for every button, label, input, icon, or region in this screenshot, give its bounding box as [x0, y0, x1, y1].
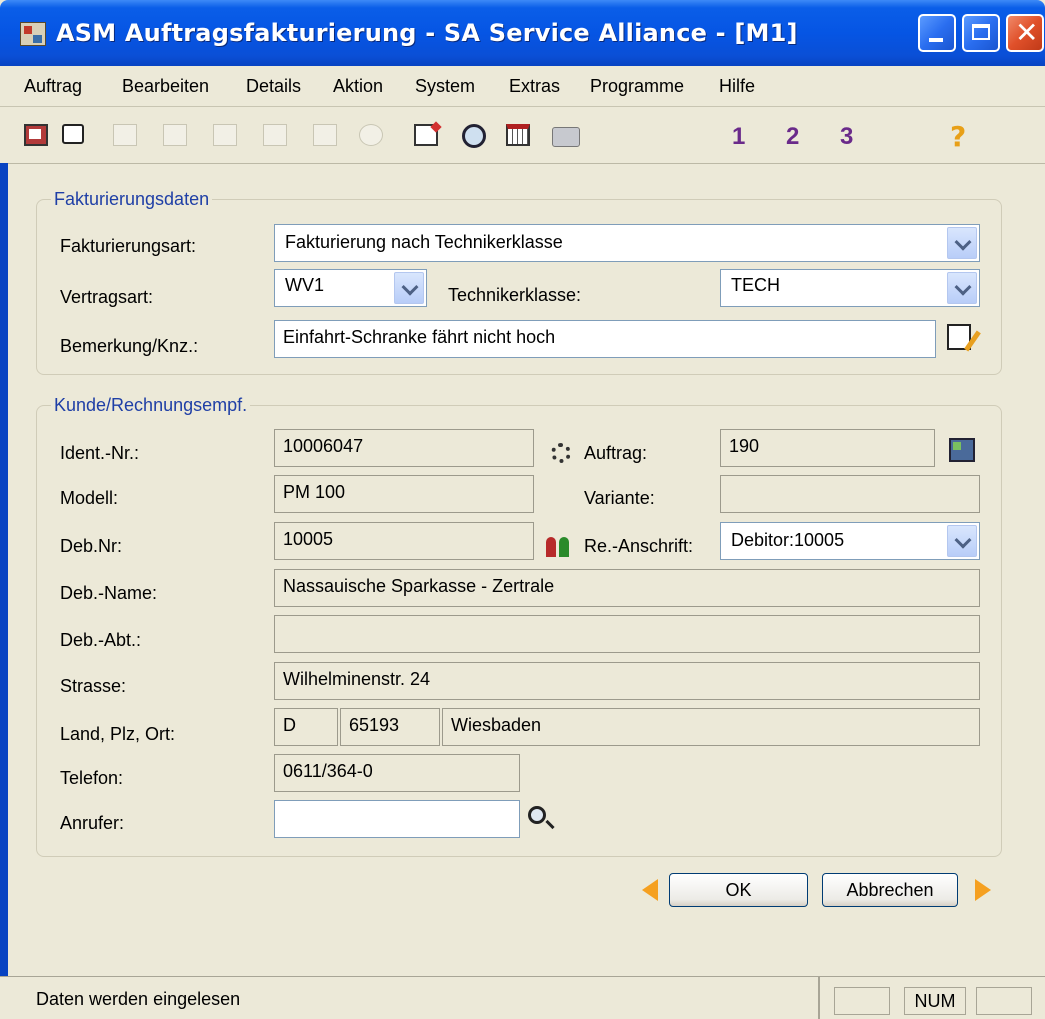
menu-aktion[interactable]: Aktion: [333, 76, 383, 97]
navigate-1-icon[interactable]: 1: [732, 123, 745, 151]
menu-system[interactable]: System: [415, 76, 475, 97]
fakturierungsart-select[interactable]: Fakturierung nach Technikerklasse: [274, 224, 980, 262]
vertragsart-select[interactable]: WV1: [274, 269, 427, 307]
search-icon[interactable]: [462, 124, 486, 148]
previous-arrow-icon[interactable]: [642, 879, 658, 901]
anrufer-label: Anrufer:: [60, 813, 125, 833]
auftrag-field: 190: [720, 429, 935, 467]
fakturierungsart-value: Fakturierung nach Technikerklasse: [285, 232, 563, 252]
anrufer-input[interactable]: [274, 800, 520, 838]
title-bar: ASM Auftragsfakturierung - SA Service Al…: [0, 0, 1045, 66]
window-border: [0, 163, 8, 976]
technikerklasse-value: TECH: [731, 275, 780, 295]
debabt-label: Deb.-Abt.:: [60, 630, 142, 650]
search-icon[interactable]: [528, 806, 546, 824]
menu-extras[interactable]: Extras: [509, 76, 560, 97]
disabled-delete-icon: [263, 124, 287, 146]
strasse-field: Wilhelminenstr. 24: [274, 662, 980, 700]
status-panel-scroll: [976, 987, 1032, 1015]
debnr-label: Deb.Nr:: [60, 536, 123, 556]
reanschrift-value: Debitor:10005: [731, 530, 845, 550]
app-icon: [20, 22, 46, 46]
disabled-copy-icon: [113, 124, 137, 146]
vertragsart-label: Vertragsart:: [60, 287, 154, 307]
phone-icon[interactable]: [949, 438, 975, 462]
strasse-label: Strasse:: [60, 676, 127, 696]
cancel-button[interactable]: Abbrechen: [822, 873, 958, 907]
telefon-label: Telefon:: [60, 768, 124, 788]
bemerkung-label: Bemerkung/Knz.:: [60, 336, 199, 356]
modell-label: Modell:: [60, 488, 119, 508]
kunde-group-title: Kunde/Rechnungsempf.: [51, 395, 251, 416]
variante-field: [720, 475, 980, 513]
disabled-export-icon: [313, 124, 337, 146]
minimize-button[interactable]: [918, 14, 956, 52]
reanschrift-select[interactable]: Debitor:10005: [720, 522, 980, 560]
close-button[interactable]: ✕: [1006, 14, 1044, 52]
gear-icon[interactable]: [551, 443, 571, 463]
status-separator: [818, 977, 820, 1019]
status-text: Daten werden eingelesen: [36, 989, 241, 1009]
ident-field: 10006047: [274, 429, 534, 467]
ort-field: Wiesbaden: [442, 708, 980, 746]
technikerklasse-select[interactable]: TECH: [720, 269, 980, 307]
edit-note-icon[interactable]: [947, 324, 971, 350]
num-lock-indicator: NUM: [904, 987, 966, 1015]
chevron-down-icon[interactable]: [394, 272, 424, 304]
close-icon: ✕: [1015, 16, 1039, 49]
plz-field: 65193: [340, 708, 440, 746]
ident-label: Ident.-Nr.:: [60, 443, 140, 463]
maximize-button[interactable]: [962, 14, 1000, 52]
telefon-field: 0611/364-0: [274, 754, 520, 792]
chevron-down-icon[interactable]: [947, 272, 977, 304]
navigate-3-icon[interactable]: 3: [840, 123, 853, 151]
status-bar: Daten werden eingelesen NUM: [0, 976, 1045, 1019]
auftrag-label: Auftrag:: [584, 443, 648, 463]
menu-programme[interactable]: Programme: [590, 76, 684, 97]
vertragsart-value: WV1: [285, 275, 325, 295]
fakturierungsart-label: Fakturierungsart:: [60, 236, 197, 256]
menu-auftrag[interactable]: Auftrag: [24, 76, 82, 97]
debname-label: Deb.-Name:: [60, 583, 158, 603]
land-field: D: [274, 708, 338, 746]
menu-bar: Auftrag Bearbeiten Details Aktion System…: [0, 66, 1045, 107]
chevron-down-icon[interactable]: [947, 227, 977, 259]
calendar-icon[interactable]: [506, 124, 530, 146]
fakturierung-group-title: Fakturierungsdaten: [51, 189, 213, 210]
navigate-2-icon[interactable]: 2: [786, 123, 799, 151]
new-document-icon[interactable]: [62, 124, 84, 144]
ok-button[interactable]: OK: [669, 873, 808, 907]
modell-field: PM 100: [274, 475, 534, 513]
toolbar: 1 2 3 ?: [0, 107, 1045, 164]
bemerkung-input[interactable]: Einfahrt-Schranke fährt nicht hoch: [274, 320, 936, 358]
technikerklasse-label: Technikerklasse:: [448, 285, 582, 305]
disabled-save-icon: [213, 124, 237, 146]
menu-hilfe[interactable]: Hilfe: [719, 76, 755, 97]
help-icon[interactable]: ?: [950, 120, 966, 153]
status-panel-empty: [834, 987, 890, 1015]
disabled-paste-icon: [163, 124, 187, 146]
exit-icon[interactable]: [24, 124, 48, 146]
next-arrow-icon[interactable]: [975, 879, 991, 901]
edit-note-icon[interactable]: [414, 124, 438, 146]
debabt-field: [274, 615, 980, 653]
chevron-down-icon[interactable]: [947, 525, 977, 557]
reanschrift-label: Re.-Anschrift:: [584, 536, 694, 556]
disabled-refresh-icon: [359, 124, 383, 146]
print-icon[interactable]: [552, 127, 580, 147]
land-plz-ort-label: Land, Plz, Ort:: [60, 724, 176, 744]
debnr-field: 10005: [274, 522, 534, 560]
people-icon[interactable]: [546, 533, 572, 557]
menu-details[interactable]: Details: [246, 76, 301, 97]
menu-bearbeiten[interactable]: Bearbeiten: [122, 76, 209, 97]
variante-label: Variante:: [584, 488, 655, 508]
window-title: ASM Auftragsfakturierung - SA Service Al…: [56, 19, 798, 47]
debname-field: Nassauische Sparkasse - Zertrale: [274, 569, 980, 607]
